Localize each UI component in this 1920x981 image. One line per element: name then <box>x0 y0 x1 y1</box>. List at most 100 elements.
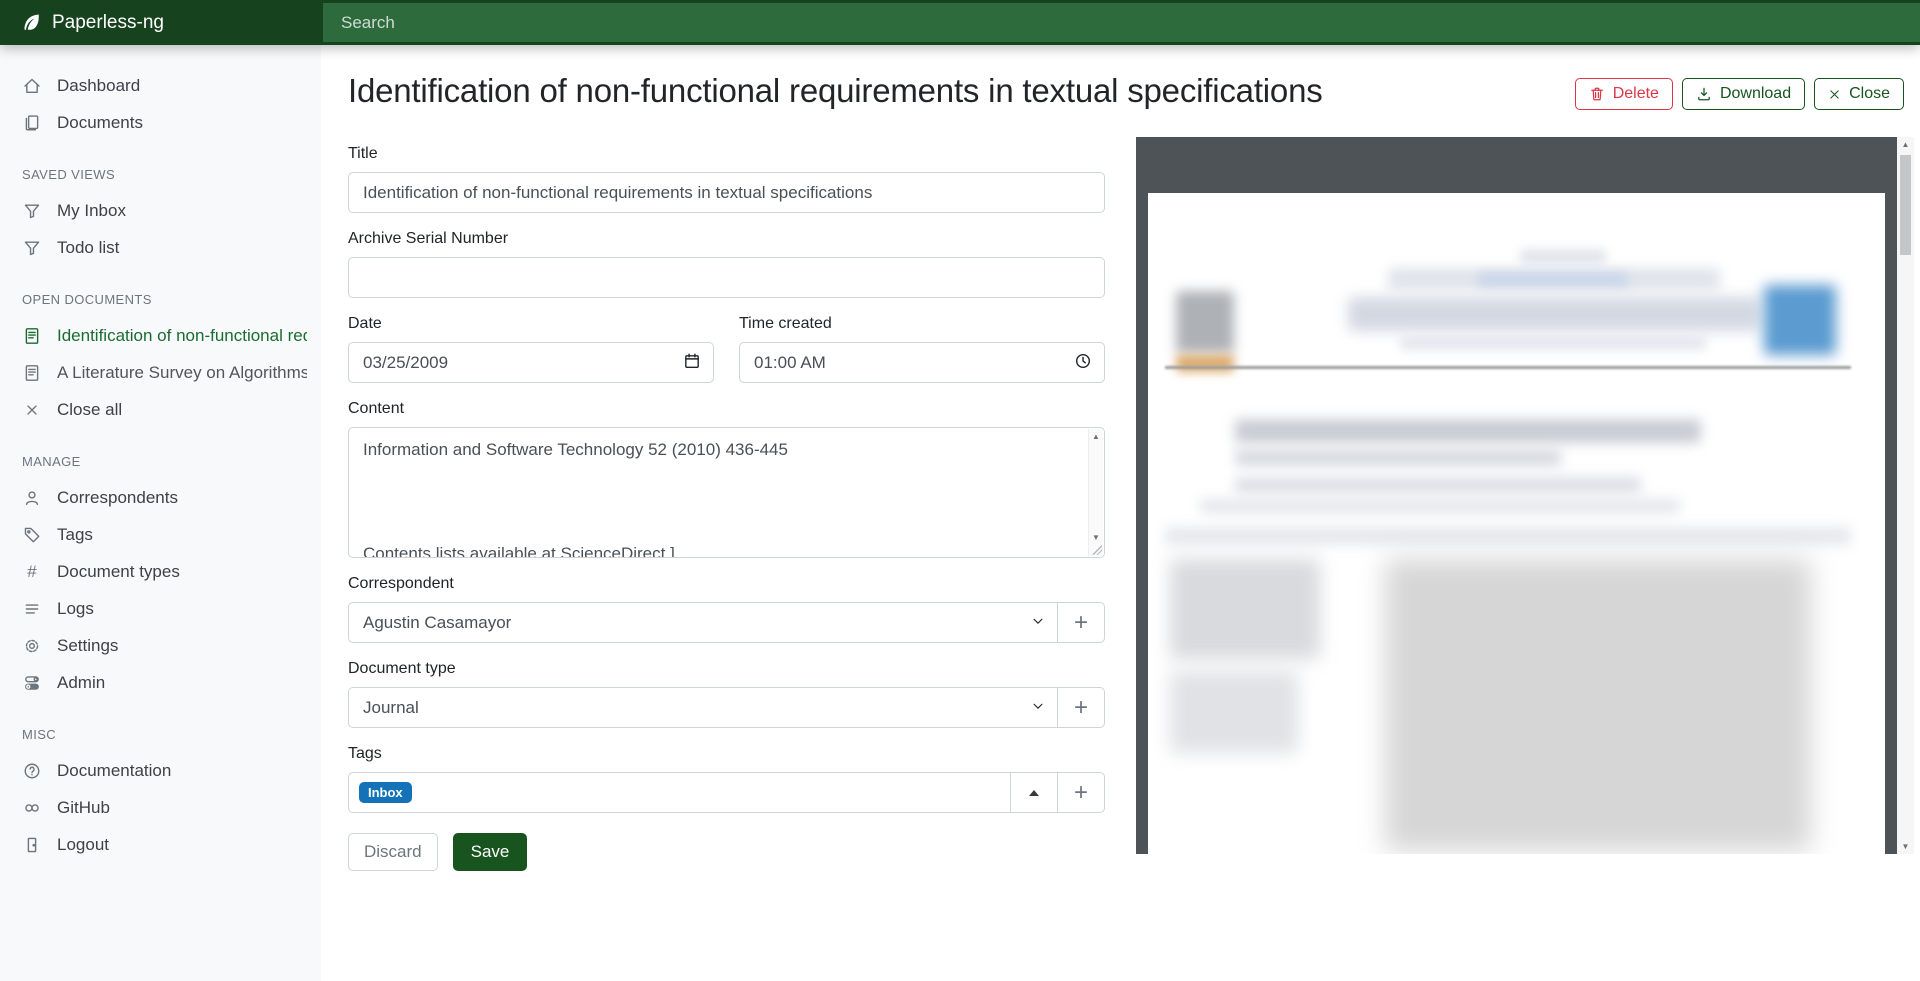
scroll-up-icon[interactable]: ▲ <box>1092 432 1100 441</box>
add-tag-button[interactable]: + <box>1058 772 1105 813</box>
sidebar-item-label: Close all <box>57 399 122 420</box>
date-input[interactable] <box>348 342 714 383</box>
filter-icon <box>22 201 42 221</box>
sidebar-item-label: Correspondents <box>57 487 178 508</box>
sidebar-item-todo-list[interactable]: Todo list <box>0 229 321 266</box>
scrollbar-thumb[interactable] <box>1900 155 1911 255</box>
save-button[interactable]: Save <box>453 833 528 871</box>
sidebar-item-label: Documents <box>57 112 143 133</box>
tag-badge-inbox[interactable]: Inbox <box>359 782 412 803</box>
close-icon <box>1828 88 1841 101</box>
open-document-label: A Literature Survey on Algorithms for Mu… <box>57 362 307 383</box>
document-text-icon <box>22 326 42 346</box>
sidebar-item-label: Admin <box>57 672 105 693</box>
sidebar-item-logout[interactable]: Logout <box>0 826 321 863</box>
sidebar-item-label: Logs <box>57 598 94 619</box>
gear-icon <box>22 636 42 656</box>
sidebar-item-dashboard[interactable]: Dashboard <box>0 67 321 104</box>
tags-collapse-button[interactable] <box>1011 772 1058 813</box>
discard-button[interactable]: Discard <box>348 833 438 871</box>
list-icon <box>22 599 42 619</box>
close-button[interactable]: Close <box>1814 78 1904 110</box>
sidebar-item-correspondents[interactable]: Correspondents <box>0 479 321 516</box>
sidebar-section-open-documents: OPEN DOCUMENTS <box>0 266 321 317</box>
caret-up-icon <box>1029 790 1039 796</box>
correspondent-select[interactable]: Agustin Casamayor <box>348 602 1058 643</box>
title-input[interactable] <box>348 172 1105 213</box>
scroll-down-icon[interactable]: ▼ <box>1092 533 1100 542</box>
plus-icon: + <box>1074 779 1088 807</box>
filter-icon <box>22 238 42 258</box>
asn-label: Archive Serial Number <box>348 230 1105 248</box>
sidebar-item-tags[interactable]: Tags <box>0 516 321 553</box>
brand[interactable]: Paperless-ng <box>0 0 321 45</box>
sidebar-item-logs[interactable]: Logs <box>0 590 321 627</box>
sidebar-item-admin[interactable]: Admin <box>0 664 321 701</box>
sidebar-item-documentation[interactable]: Documentation <box>0 752 321 789</box>
leaf-icon <box>20 12 42 34</box>
preview-scrollbar[interactable]: ▲ ▼ <box>1897 137 1914 854</box>
sidebar-open-document-2[interactable]: A Literature Survey on Algorithms for Mu… <box>0 354 321 391</box>
tags-field[interactable]: Inbox <box>348 772 1011 813</box>
sidebar-item-settings[interactable]: Settings <box>0 627 321 664</box>
sidebar-section-saved-views: SAVED VIEWS <box>0 141 321 192</box>
correspondent-value: Agustin Casamayor <box>363 613 511 633</box>
sidebar: Dashboard Documents SAVED VIEWS My Inbox… <box>0 45 321 981</box>
door-icon <box>22 835 42 855</box>
tags-label: Tags <box>348 745 1105 763</box>
sidebar-item-documents[interactable]: Documents <box>0 104 321 141</box>
sidebar-item-label: GitHub <box>57 797 110 818</box>
add-correspondent-button[interactable]: + <box>1058 602 1105 643</box>
scroll-down-icon[interactable]: ▼ <box>1902 842 1910 851</box>
clock-icon[interactable] <box>1074 352 1092 375</box>
sidebar-section-misc: MISC <box>0 701 321 752</box>
sidebar-item-label: My Inbox <box>57 200 126 221</box>
sidebar-item-github[interactable]: GitHub <box>0 789 321 826</box>
scroll-up-icon[interactable]: ▲ <box>1902 140 1910 149</box>
page-title: Identification of non-functional require… <box>348 72 1323 110</box>
sidebar-item-label: Document types <box>57 561 180 582</box>
brand-label: Paperless-ng <box>52 12 164 34</box>
sidebar-item-close-all[interactable]: Close all <box>0 391 321 428</box>
open-document-label: Identification of non-functional require… <box>57 325 307 346</box>
sidebar-open-document-1[interactable]: Identification of non-functional require… <box>0 317 321 354</box>
calendar-icon[interactable] <box>683 352 701 375</box>
correspondent-label: Correspondent <box>348 575 1105 593</box>
pdf-page <box>1148 193 1885 854</box>
sidebar-item-label: Dashboard <box>57 75 140 96</box>
plus-icon: + <box>1074 694 1088 722</box>
time-created-input[interactable] <box>739 342 1105 383</box>
document-type-select[interactable]: Journal <box>348 687 1058 728</box>
add-document-type-button[interactable]: + <box>1058 687 1105 728</box>
content-label: Content <box>348 400 1105 418</box>
sidebar-item-my-inbox[interactable]: My Inbox <box>0 192 321 229</box>
question-circle-icon <box>22 761 42 781</box>
close-icon <box>22 400 42 420</box>
chevron-down-icon <box>1031 613 1045 633</box>
sidebar-item-label: Tags <box>57 524 93 545</box>
documents-icon <box>22 113 42 133</box>
sidebar-item-label: Documentation <box>57 760 171 781</box>
document-edit-form: Title Archive Serial Number Date Time cr… <box>348 145 1105 871</box>
archive-serial-number-input[interactable] <box>348 257 1105 298</box>
top-navbar: Paperless-ng <box>0 0 1920 45</box>
content-textarea[interactable]: Information and Software Technology 52 (… <box>349 428 1104 557</box>
content-scrollbar[interactable]: ▲ ▼ <box>1088 429 1103 556</box>
date-label: Date <box>348 315 714 333</box>
title-label: Title <box>348 145 1105 163</box>
download-button[interactable]: Download <box>1682 78 1805 110</box>
document-text-icon <box>22 363 42 383</box>
search-input[interactable] <box>323 3 1920 42</box>
plus-icon: + <box>1074 609 1088 637</box>
resize-grip[interactable] <box>1092 545 1102 555</box>
tag-icon <box>22 525 42 545</box>
sidebar-section-manage: MANAGE <box>0 428 321 479</box>
download-icon <box>1696 86 1712 102</box>
sidebar-item-document-types[interactable]: # Document types <box>0 553 321 590</box>
pdf-preview-pane: ▲ ▼ <box>1136 137 1914 854</box>
link-icon <box>22 798 42 818</box>
toggles-icon <box>22 673 42 693</box>
document-actions: Delete Download Close <box>1575 72 1904 110</box>
delete-button[interactable]: Delete <box>1575 78 1673 110</box>
home-icon <box>22 76 42 96</box>
